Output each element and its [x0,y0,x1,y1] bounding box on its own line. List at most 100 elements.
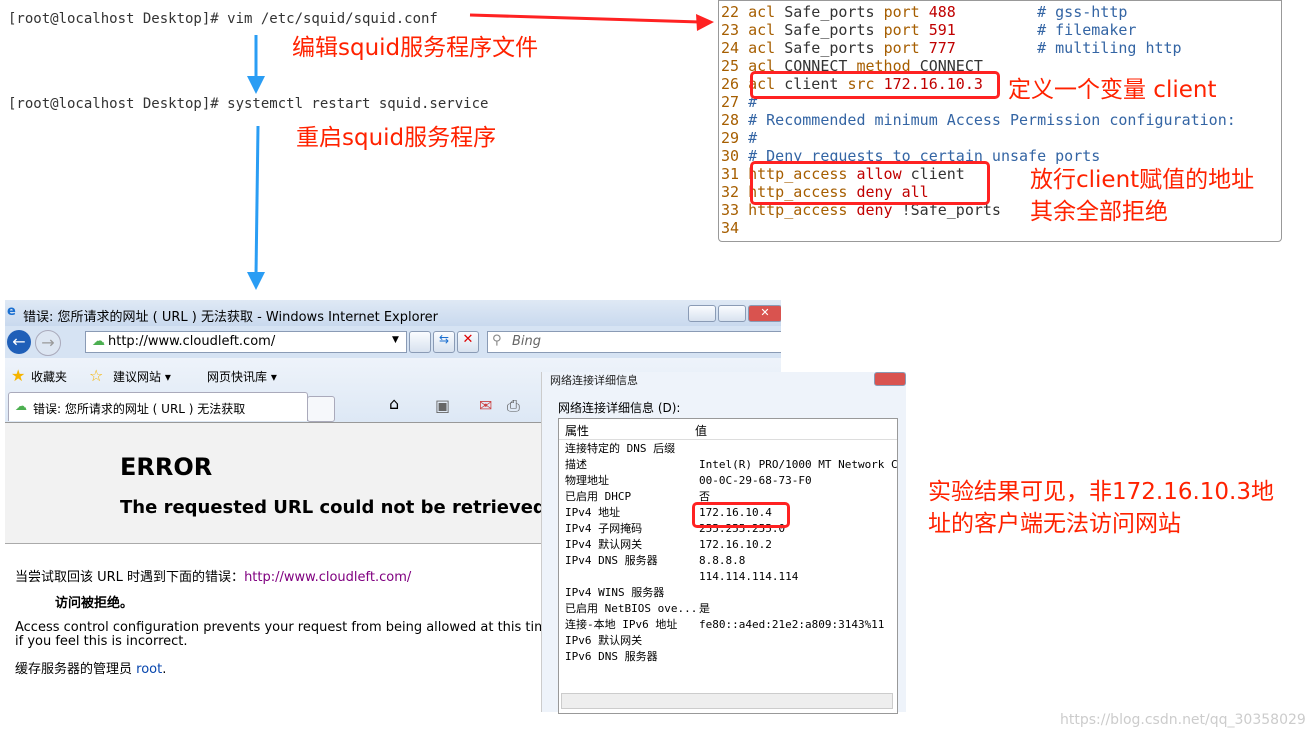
error-title: ERROR [120,453,213,481]
code-line: 24 acl Safe_ports port 777 # multiling h… [721,39,1182,57]
search-input[interactable]: ⚲ Bing [487,331,781,353]
code-line: 34 [721,219,739,237]
property-cell[interactable]: IPv4 子网掩码 [565,521,642,537]
home-icon[interactable]: ⌂ [389,394,399,413]
property-cell[interactable]: IPv4 地址 [565,505,620,521]
new-tab-button[interactable] [307,396,335,422]
print-icon[interactable]: ⎙ [507,396,520,416]
property-cell[interactable]: IPv4 DNS 服务器 [565,553,658,569]
value-cell[interactable]: Intel(R) PRO/1000 MT Network Conn [699,457,897,473]
favorites-button[interactable]: 收藏夹 [31,368,67,385]
value-cell[interactable]: 172.16.10.2 [699,537,772,553]
property-cell[interactable]: 已启用 NetBIOS ove... [565,601,697,617]
property-cell[interactable]: IPv4 WINS 服务器 [565,585,664,601]
minimize-button[interactable] [688,305,716,322]
feeds-icon[interactable]: ▣ [435,396,450,415]
property-cell[interactable]: 连接-本地 IPv6 地址 [565,617,677,633]
list-header: 属性 值 [559,419,897,440]
value-cell[interactable]: 114.114.114.114 [699,569,798,585]
stop-button[interactable]: ✕ [457,331,479,353]
code-token: acl [748,21,785,39]
code-token: # filemaker [955,21,1137,39]
value-cell[interactable]: fe80::a4ed:21e2:a809:3143%11 [699,617,884,633]
admin-label: 缓存服务器的管理员 [15,662,133,677]
code-line: 28 # Recommended minimum Access Permissi… [721,111,1236,129]
error-subtitle: The requested URL could not be retrieved [120,497,546,518]
code-token: # multiling http [955,39,1182,57]
close-button[interactable]: ✕ [748,305,781,322]
value-cell[interactable]: 00-0C-29-68-73-F0 [699,473,812,489]
property-cell[interactable]: IPv6 默认网关 [565,633,642,649]
code-token: port [883,21,929,39]
admin-line: 缓存服务器的管理员 root. [15,658,166,677]
navigation-bar: ← → ☁ http://www.cloudleft.com/ ▼ ⇆ ✕ ⚲ … [5,326,781,358]
refresh-button[interactable]: ⇆ [433,331,455,353]
code-token: Safe_ports [784,3,884,21]
code-line: 29 # [721,129,757,147]
error-line: 当尝试取回该 URL 时遇到下面的错误：http://www.cloudleft… [15,566,411,585]
blue-arrow-2 [247,125,265,290]
value-cell[interactable]: 是 [699,601,710,617]
property-cell[interactable]: 已启用 DHCP [565,489,631,505]
search-icon: ⚲ [492,333,502,348]
code-token: port [883,39,929,57]
property-cell[interactable]: 连接特定的 DNS 后缀 [565,441,675,457]
maximize-button[interactable] [718,305,746,322]
code-token: 777 [928,39,956,57]
add-favorite-icon[interactable]: ☆ [89,366,103,385]
admin-end: . [162,662,167,677]
code-token: 26 [721,75,749,93]
column-value[interactable]: 值 [695,422,707,439]
web-slice-gallery[interactable]: 网页快讯库 ▾ [207,368,277,385]
address-bar[interactable]: ☁ http://www.cloudleft.com/ ▼ [85,331,407,353]
horizontal-scrollbar[interactable] [561,693,893,709]
cloud-icon: ☁ [15,399,27,413]
suggested-sites[interactable]: 建议网站 ▾ [113,368,171,385]
code-token: 591 [928,21,956,39]
property-cell[interactable]: IPv4 默认网关 [565,537,642,553]
column-property[interactable]: 属性 [565,422,589,439]
code-token: 34 [721,219,740,237]
tab-active[interactable]: ☁ 错误: 您所请求的网址 ( URL ) 无法获取 [8,392,308,421]
red-arrow [469,13,714,31]
back-button[interactable]: ← [7,330,31,354]
cloud-icon: ☁ [92,334,105,349]
value-cell[interactable]: 8.8.8.8 [699,553,745,569]
url-link[interactable]: http://www.cloudleft.com/ [244,570,411,585]
compat-view-button[interactable] [409,331,431,353]
error-message-2: if you feel this is incorrect. [15,634,188,649]
forward-button[interactable]: → [35,330,61,356]
code-token: 488 [928,3,956,21]
window-title: 错误: 您所请求的网址 ( URL ) 无法获取 - Windows Inter… [23,310,438,325]
highlight-http-access [750,161,990,205]
annotation-define: 定义一个变量 client [1008,77,1217,103]
ie-titlebar: e 错误: 您所请求的网址 ( URL ) 无法获取 - Windows Int… [5,300,781,326]
annotation-result-1: 实验结果可见，非172.16.10.3地 [928,479,1274,505]
code-token: 32 [721,183,749,201]
mail-icon[interactable]: ✉ [479,396,492,415]
admin-link[interactable]: root [136,662,162,677]
access-denied: 访问被拒绝。 [55,596,134,611]
property-cell[interactable]: 描述 [565,457,587,473]
tab-label: 错误: 您所请求的网址 ( URL ) 无法获取 [33,402,246,416]
dialog-title: 网络连接详细信息 [550,374,638,387]
details-label: 网络连接详细信息 (D): [558,401,681,415]
dropdown-icon[interactable]: ▼ [392,335,399,345]
code-token: 23 [721,21,749,39]
code-token: 30 [721,147,749,165]
code-token: Safe_ports [784,21,884,39]
code-token: 24 [721,39,749,57]
code-token: port [883,3,929,21]
code-line: 22 acl Safe_ports port 488 # gss-http [721,3,1127,21]
error-text: 当尝试取回该 URL 时遇到下面的错误： [15,570,245,585]
property-cell[interactable]: IPv6 DNS 服务器 [565,649,658,665]
watermark: https://blog.csdn.net/qq_30358029 [1060,712,1306,728]
property-cell[interactable]: 物理地址 [565,473,609,489]
star-icon: ★ [11,366,26,385]
code-token: 29 [721,129,749,147]
code-token: 22 [721,3,749,21]
dialog-close-button[interactable] [874,372,906,386]
address-text: http://www.cloudleft.com/ [108,334,276,349]
code-token: 27 [721,93,749,111]
highlight-acl-client [750,71,1000,99]
